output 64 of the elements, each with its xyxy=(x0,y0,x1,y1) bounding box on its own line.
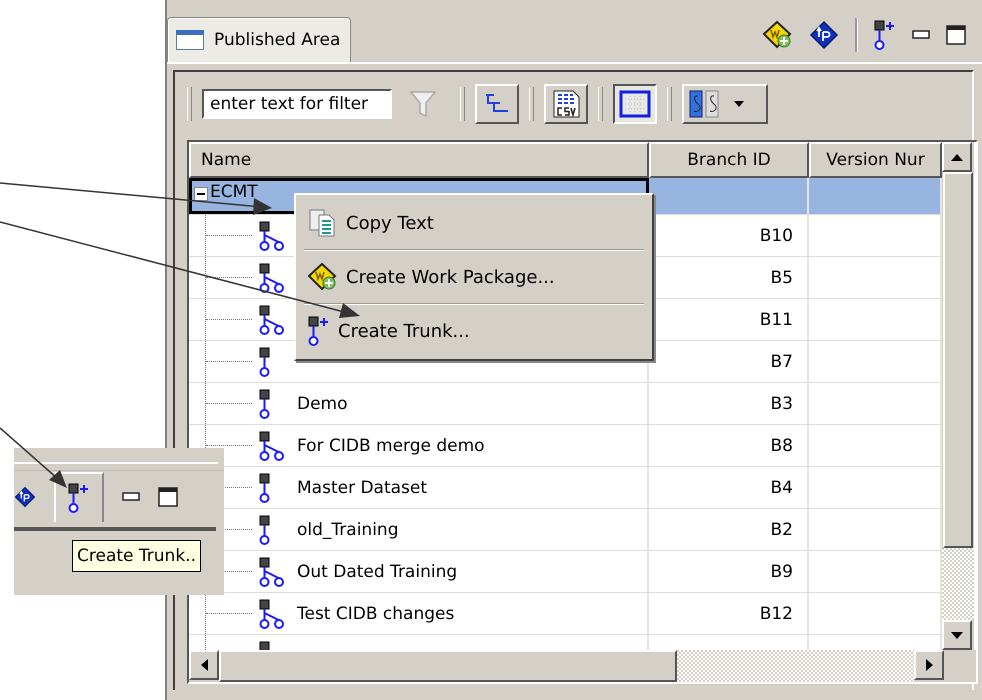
right-arrow-icon xyxy=(926,659,932,671)
pointer-arrow xyxy=(0,427,67,488)
table-cell: B8 xyxy=(770,436,793,456)
view-tab[interactable]: Published Area xyxy=(167,17,352,62)
menu-item[interactable]: Copy Text xyxy=(298,199,650,247)
upload-icon xyxy=(809,20,839,50)
table-cell: Master Dataset xyxy=(297,478,428,498)
branch-icon xyxy=(259,262,287,292)
window-icon xyxy=(176,30,204,50)
branch-icon xyxy=(259,220,287,250)
column-header[interactable]: Name xyxy=(189,142,649,178)
minimize-icon[interactable] xyxy=(122,492,140,502)
up-arrow-icon xyxy=(951,154,963,160)
left-arrow-icon xyxy=(200,659,208,671)
csv-file-icon xyxy=(551,89,581,119)
column-header[interactable]: Branch ID xyxy=(649,142,809,178)
table-cell: B7 xyxy=(770,352,793,372)
trunk-icon xyxy=(259,514,271,544)
table-cell: B3 xyxy=(770,394,793,414)
filter-field[interactable]: enter text for filter xyxy=(202,89,392,119)
create-trunk-button[interactable] xyxy=(54,472,104,522)
branch-icon xyxy=(259,430,287,460)
work-package-icon xyxy=(308,262,338,292)
table-cell: B12 xyxy=(760,604,793,624)
scroll-thumb[interactable] xyxy=(943,172,973,548)
scroll-down-button[interactable] xyxy=(942,620,972,650)
trunk-icon xyxy=(259,388,271,418)
scroll-thumb[interactable] xyxy=(219,650,677,682)
table-cell: B2 xyxy=(770,520,793,540)
branch-icon xyxy=(259,304,287,334)
trunk-plus-icon xyxy=(874,20,896,50)
table-cell: B11 xyxy=(760,310,793,330)
table-cell: Out Dated Training xyxy=(297,562,458,582)
column-header[interactable]: Version Nur xyxy=(809,142,942,178)
table-cell: Test CIDB changes xyxy=(297,604,454,624)
branch-icon xyxy=(259,556,287,586)
table-cell: B4 xyxy=(770,478,793,498)
scroll-up-button[interactable] xyxy=(942,142,972,172)
branch-icon xyxy=(259,598,287,628)
grid-icon xyxy=(619,90,651,118)
scroll-left-button[interactable] xyxy=(189,650,219,680)
table-cell: ECMT xyxy=(210,182,258,202)
menu-item[interactable]: Create Work Package... xyxy=(298,253,650,301)
maximize-icon[interactable] xyxy=(158,487,178,507)
trunk-plus-icon xyxy=(68,483,90,513)
down-arrow-icon xyxy=(951,632,963,638)
trunk-icon xyxy=(259,472,271,502)
table-cell: For CIDB merge demo xyxy=(297,436,485,456)
table-cell: old_Training xyxy=(297,520,398,540)
toolbar-button[interactable] xyxy=(613,84,657,124)
work-package-icon xyxy=(763,20,793,50)
tooltip: Create Trunk.. xyxy=(72,540,201,572)
collapse-toggle[interactable] xyxy=(194,187,208,201)
scroll-right-button[interactable] xyxy=(914,650,944,680)
table-cell: B9 xyxy=(770,562,793,582)
table-cell: B10 xyxy=(760,226,793,246)
maximize-icon[interactable] xyxy=(946,25,966,45)
minimize-icon[interactable] xyxy=(912,30,930,40)
menu-item[interactable]: Create Trunk... xyxy=(298,307,650,355)
trunk-icon xyxy=(259,346,271,376)
table-cell: B5 xyxy=(770,268,793,288)
dropdown-icon[interactable] xyxy=(734,101,744,107)
table-cell: Demo xyxy=(297,394,348,414)
trunk-plus-icon xyxy=(308,316,330,346)
